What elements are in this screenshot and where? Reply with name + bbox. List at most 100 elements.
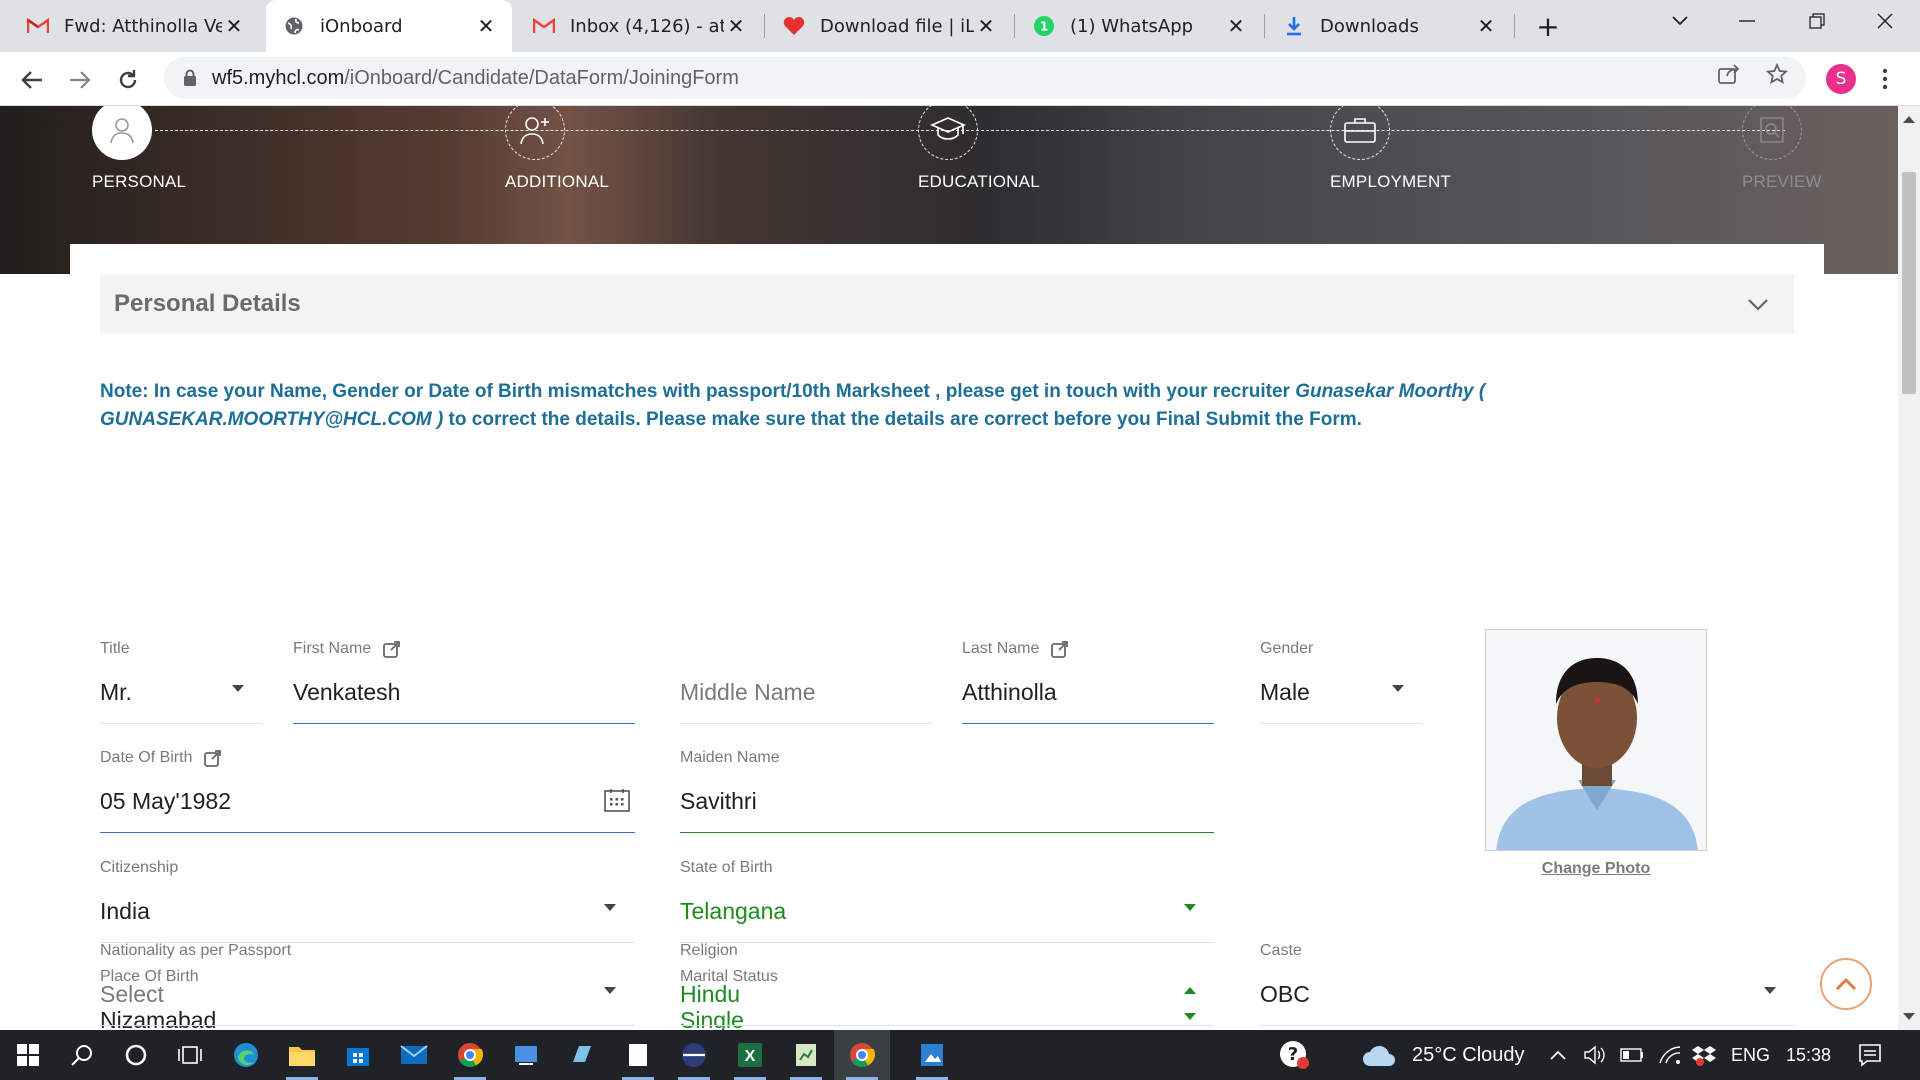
tab-ionboard[interactable]: iOnboard ✕	[266, 0, 512, 52]
close-tab-icon[interactable]: ✕	[974, 14, 998, 38]
date-of-birth-field[interactable]: Date Of Birth 05 May'1982	[100, 748, 635, 833]
mail-icon[interactable]	[386, 1030, 442, 1080]
step-employment[interactable]: EMPLOYMENT	[1330, 106, 1510, 192]
edit-external-icon[interactable]	[1051, 640, 1069, 658]
minimize-button[interactable]	[1712, 0, 1782, 42]
cloudy-weather-icon[interactable]	[1354, 1030, 1404, 1080]
tab-fwd-atthinolla[interactable]: Fwd: Atthinolla Ven ✕	[10, 0, 260, 52]
lock-icon[interactable]	[180, 68, 200, 88]
edit-external-icon[interactable]	[204, 749, 222, 767]
personal-details-header[interactable]: Personal Details	[100, 274, 1794, 334]
vpn-client-icon[interactable]	[666, 1030, 722, 1080]
chevron-down-icon[interactable]	[1744, 290, 1772, 318]
close-tab-icon[interactable]: ✕	[724, 14, 748, 38]
edge-icon[interactable]	[218, 1030, 274, 1080]
dropbox-icon[interactable]	[1688, 1030, 1720, 1080]
religion-select[interactable]: Religion Hindu	[680, 941, 1214, 1026]
caste-select[interactable]: Caste OBC	[1260, 941, 1794, 1026]
edit-external-icon[interactable]	[383, 640, 401, 658]
battery-icon[interactable]	[1616, 1030, 1648, 1080]
browser-menu-icon[interactable]	[1870, 62, 1900, 96]
title-select[interactable]: Title Mr.	[100, 639, 262, 724]
close-window-button[interactable]	[1850, 0, 1920, 42]
last-name-label: Last Name	[962, 640, 1040, 657]
reload-button[interactable]	[110, 62, 146, 98]
field-value: Hindu	[680, 981, 741, 1007]
tab-title: Fwd: Atthinolla Ven	[64, 15, 222, 37]
field-underline	[1260, 1025, 1794, 1026]
clock-time[interactable]: 15:38	[1786, 1030, 1831, 1080]
nationality-select[interactable]: Nationality as per Passport Select	[100, 941, 635, 1026]
dropdown-arrow-icon	[1764, 987, 1776, 994]
dob-label: Date Of Birth	[100, 749, 193, 766]
last-name-field[interactable]: Last Name Atthinolla	[962, 639, 1214, 724]
heart-icon	[782, 14, 806, 38]
change-photo-link[interactable]: Change Photo	[1485, 860, 1707, 878]
share-icon[interactable]	[1716, 61, 1742, 87]
snipping-tool-icon[interactable]	[904, 1030, 960, 1080]
scroll-to-top-button[interactable]	[1820, 958, 1872, 1010]
page-scrollbar[interactable]	[1898, 106, 1920, 1030]
new-tab-button[interactable]: +	[1530, 8, 1566, 44]
microsoft-store-icon[interactable]	[330, 1030, 386, 1080]
help-icon[interactable]: ?	[1266, 1030, 1322, 1080]
step-additional[interactable]: ADDITIONAL	[505, 106, 685, 192]
forward-button[interactable]	[62, 62, 98, 98]
photos-icon[interactable]	[554, 1030, 610, 1080]
gender-select[interactable]: Gender Male	[1260, 639, 1422, 724]
volume-icon[interactable]	[1578, 1030, 1610, 1080]
state-of-birth-select[interactable]: State of Birth Telangana	[680, 858, 1214, 943]
marital-status-select[interactable]: Marital Status Single	[680, 967, 1214, 1030]
search-icon[interactable]	[54, 1030, 110, 1080]
tab-downloads[interactable]: Downloads ✕	[1266, 0, 1512, 52]
scrollbar-thumb[interactable]	[1902, 172, 1916, 394]
close-tab-icon[interactable]: ✕	[222, 14, 246, 38]
citizenship-select[interactable]: Citizenship India	[100, 858, 635, 943]
close-tab-icon[interactable]: ✕	[1224, 14, 1248, 38]
place-of-birth-field[interactable]: Place Of Birth Nizamabad	[100, 967, 635, 1030]
notification-icon[interactable]	[1842, 1030, 1898, 1080]
chrome-active-icon[interactable]	[834, 1030, 890, 1080]
person-portrait-image	[1486, 630, 1706, 850]
restore-button[interactable]	[1782, 0, 1852, 42]
excel-icon[interactable]: X	[722, 1030, 778, 1080]
page-viewport: PERSONAL ADDITIONAL EDUCATIONAL EMPLOYME…	[0, 106, 1898, 1030]
calendar-icon[interactable]	[604, 788, 630, 812]
document-editor-icon[interactable]	[778, 1030, 834, 1080]
tab-inbox[interactable]: Inbox (4,126) - atth ✕	[516, 0, 762, 52]
step-personal[interactable]: PERSONAL	[92, 106, 272, 192]
task-view-icon[interactable]	[162, 1030, 218, 1080]
wifi-icon[interactable]	[1654, 1030, 1686, 1080]
cortana-icon[interactable]	[108, 1030, 164, 1080]
app-icon[interactable]	[498, 1030, 554, 1080]
field-value: Mr.	[100, 679, 132, 705]
scroll-down-arrow-icon[interactable]	[1903, 1013, 1915, 1020]
step-educational[interactable]: EDUCATIONAL	[918, 106, 1098, 192]
tray-chevron-up-icon[interactable]	[1544, 1030, 1572, 1080]
field-label: Place Of Birth	[100, 968, 199, 985]
bookmark-star-icon[interactable]	[1764, 61, 1790, 87]
dropdown-arrow-icon	[604, 987, 616, 994]
tab-search-chevron-icon[interactable]	[1645, 0, 1715, 42]
address-bar[interactable]: wf5.myhcl.com/iOnboard/Candidate/DataFor…	[164, 57, 1806, 99]
field-label: Last Name	[962, 639, 1214, 659]
briefcase-icon	[1330, 106, 1390, 160]
field-value: OBC	[1260, 981, 1310, 1007]
tab-download-file[interactable]: Download file | iLov ✕	[766, 0, 1012, 52]
windows-start-icon[interactable]	[0, 1030, 56, 1080]
scroll-up-arrow-icon[interactable]	[1903, 116, 1915, 123]
close-tab-icon[interactable]: ✕	[1474, 14, 1498, 38]
close-tab-icon[interactable]: ✕	[474, 14, 498, 38]
file-explorer-icon[interactable]	[274, 1030, 330, 1080]
notepad-icon[interactable]	[610, 1030, 666, 1080]
profile-avatar[interactable]: S	[1826, 64, 1856, 94]
weather-text[interactable]: 25°C Cloudy	[1412, 1030, 1525, 1080]
tab-whatsapp[interactable]: 1 (1) WhatsApp ✕	[1016, 0, 1262, 52]
back-button[interactable]	[14, 62, 50, 98]
dropdown-arrow-icon	[1184, 904, 1196, 911]
maiden-name-field[interactable]: Maiden Name Savithri	[680, 748, 1214, 833]
tab-separator	[1014, 14, 1015, 38]
chrome-icon[interactable]	[442, 1030, 498, 1080]
first-name-field[interactable]: First Name Venkatesh	[293, 639, 635, 724]
language-indicator[interactable]: ENG	[1731, 1030, 1770, 1080]
